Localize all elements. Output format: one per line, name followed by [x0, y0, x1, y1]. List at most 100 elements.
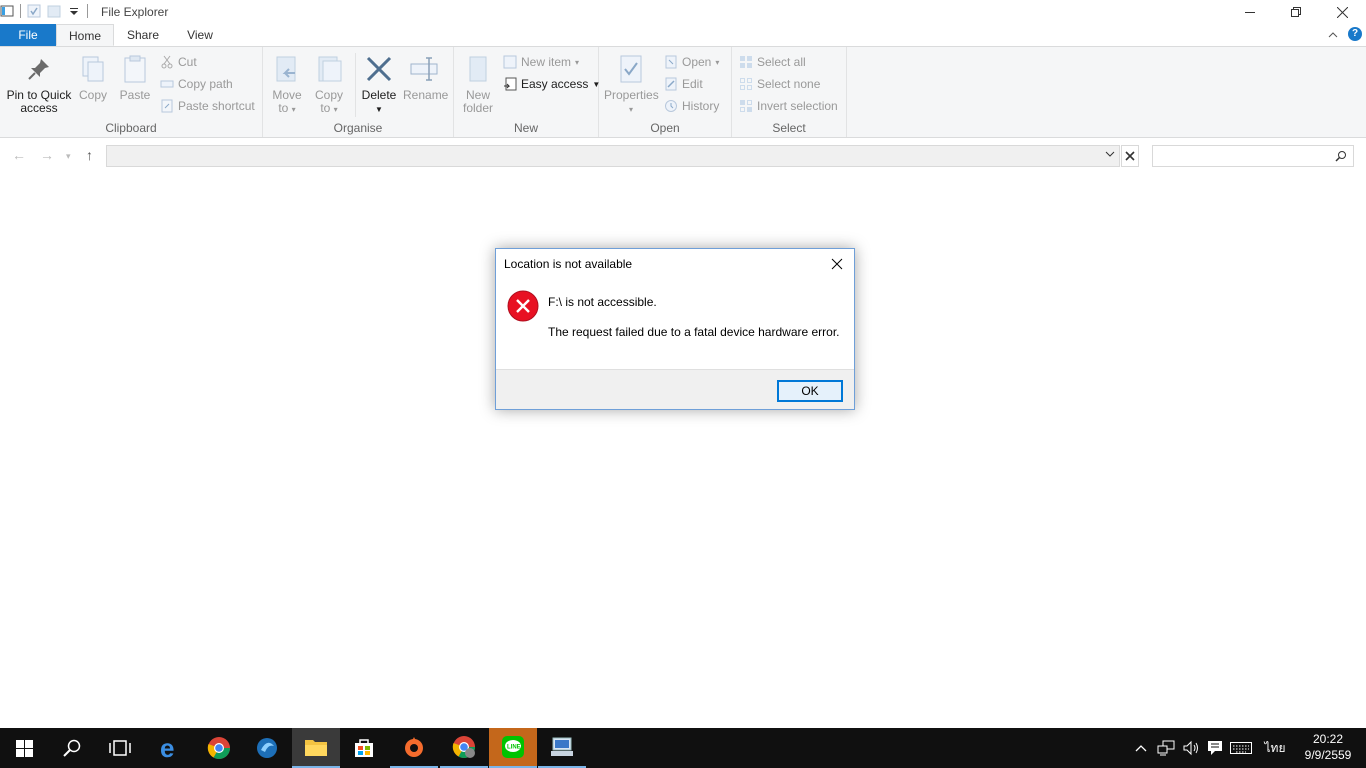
- taskbar-chrome[interactable]: [195, 728, 243, 768]
- invert-selection-label: Invert selection: [757, 99, 838, 113]
- remote-desktop-icon: [551, 737, 573, 756]
- new-folder-qat-icon[interactable]: [47, 4, 61, 18]
- touch-keyboard-button[interactable]: [1228, 728, 1254, 768]
- invert-selection-button[interactable]: Invert selection: [739, 96, 838, 116]
- explorer-app-icon[interactable]: [0, 4, 14, 18]
- taskbar-line[interactable]: LINE: [489, 728, 537, 768]
- window-title: File Explorer: [101, 5, 169, 19]
- task-view-icon: [109, 740, 131, 756]
- easy-access-button[interactable]: Easy access ▼: [503, 74, 600, 94]
- chevron-up-icon: [1135, 745, 1147, 752]
- app-swirl-icon: [257, 738, 277, 758]
- dropdown-arrow-icon: ▾: [628, 105, 633, 114]
- new-item-label: New item: [521, 55, 572, 69]
- pin-to-quick-access-button[interactable]: Pin to Quick access: [4, 53, 74, 115]
- clock[interactable]: 20:22 9/9/2559: [1300, 731, 1356, 763]
- chevron-down-icon: ▾: [66, 151, 71, 161]
- open-group-label: Open: [650, 121, 680, 135]
- organise-group-label: Organise: [333, 121, 383, 135]
- paste-button[interactable]: Paste: [118, 53, 152, 102]
- select-none-button[interactable]: Select none: [739, 74, 820, 94]
- recent-locations-button[interactable]: ▾: [66, 151, 71, 162]
- dialog-close-button[interactable]: [826, 253, 848, 275]
- action-center-icon: [1208, 741, 1222, 755]
- qat-divider: [87, 4, 88, 18]
- back-button[interactable]: ←: [12, 147, 26, 163]
- minimize-button[interactable]: [1227, 0, 1273, 24]
- rename-button[interactable]: Rename: [403, 53, 448, 102]
- svg-text:e: e: [160, 736, 174, 760]
- cut-button[interactable]: Cut: [160, 52, 197, 72]
- move-to-button[interactable]: Move to ▾: [271, 53, 303, 116]
- restore-button[interactable]: [1273, 0, 1319, 24]
- close-button[interactable]: [1319, 0, 1365, 24]
- taskbar-store[interactable]: [340, 728, 388, 768]
- taskbar-chrome-profile[interactable]: [440, 728, 488, 768]
- open-button[interactable]: Open ▾: [664, 52, 719, 72]
- input-language-button[interactable]: ไทย: [1260, 728, 1290, 768]
- dialog-title: Location is not available: [504, 257, 633, 271]
- scissors-icon: [161, 55, 173, 69]
- properties-button[interactable]: Properties ▾: [604, 53, 659, 116]
- new-folder-button[interactable]: New folder: [462, 53, 494, 115]
- clipboard-group-label: Clipboard: [105, 121, 157, 135]
- help-button[interactable]: ?: [1348, 27, 1362, 41]
- taskbar-app-swirl[interactable]: [243, 728, 291, 768]
- properties-qat-icon[interactable]: [27, 4, 41, 18]
- taskbar-remote-desktop[interactable]: [538, 728, 586, 768]
- copy-path-button[interactable]: Copy path: [160, 74, 233, 94]
- history-button[interactable]: History: [664, 96, 719, 116]
- select-all-icon: [740, 56, 752, 68]
- action-center-button[interactable]: [1204, 728, 1226, 768]
- invert-selection-icon: [740, 100, 752, 112]
- tab-home[interactable]: Home: [56, 24, 114, 46]
- dialog-message: F:\ is not accessible.: [548, 295, 657, 309]
- origin-icon: [405, 737, 423, 757]
- dialog-footer: OK: [496, 369, 854, 409]
- ok-button[interactable]: OK: [777, 380, 843, 402]
- minimize-ribbon-button[interactable]: [1326, 28, 1340, 42]
- new-item-button[interactable]: New item ▾: [503, 52, 579, 72]
- clipboard-group: Pin to Quick access Copy Paste Cut Copy …: [0, 47, 263, 137]
- new-item-icon: [503, 55, 517, 69]
- tab-share[interactable]: Share: [114, 24, 172, 46]
- edge-icon: e: [160, 736, 174, 760]
- show-hidden-icons-button[interactable]: [1132, 728, 1150, 768]
- copy-to-button[interactable]: Copy to ▾: [313, 53, 345, 116]
- task-view-button[interactable]: [96, 728, 144, 768]
- address-field[interactable]: [106, 145, 1120, 167]
- select-group: Select all Select none Invert selection …: [732, 47, 847, 137]
- edit-button[interactable]: Edit: [664, 74, 703, 94]
- search-button[interactable]: [48, 728, 96, 768]
- folder-icon: [305, 740, 327, 756]
- network-button[interactable]: [1155, 728, 1177, 768]
- select-none-label: Select none: [757, 77, 821, 91]
- dialog-detail: The request failed due to a fatal device…: [548, 325, 840, 339]
- search-input[interactable]: [1152, 145, 1354, 167]
- taskbar-edge[interactable]: e: [146, 728, 194, 768]
- taskbar-file-explorer[interactable]: [292, 728, 340, 768]
- forward-button[interactable]: →: [40, 147, 54, 163]
- volume-button[interactable]: [1180, 728, 1202, 768]
- search-icon: [1335, 151, 1346, 162]
- select-none-icon: [740, 78, 752, 90]
- taskbar-origin[interactable]: [390, 728, 438, 768]
- delete-button[interactable]: Delete ▼: [361, 53, 397, 116]
- select-all-label: Select all: [757, 55, 806, 69]
- stop-loading-button[interactable]: [1121, 145, 1139, 167]
- tab-view[interactable]: View: [172, 24, 228, 46]
- history-icon: [665, 100, 677, 112]
- properties-icon: [620, 55, 642, 83]
- svg-text:LINE: LINE: [507, 745, 521, 751]
- chevron-down-icon[interactable]: [1105, 149, 1115, 162]
- select-all-button[interactable]: Select all: [739, 52, 806, 72]
- paste-shortcut-button[interactable]: Paste shortcut: [160, 96, 255, 116]
- dropdown-arrow-icon: ▾: [575, 57, 580, 67]
- tab-file[interactable]: File: [0, 24, 56, 46]
- up-button[interactable]: ↑: [86, 147, 93, 163]
- start-button[interactable]: [0, 728, 48, 768]
- help-icon: ?: [1351, 28, 1359, 39]
- customize-qat-dropdown-icon[interactable]: [67, 4, 81, 18]
- qat-divider: [20, 4, 21, 18]
- copy-button[interactable]: Copy: [76, 53, 110, 102]
